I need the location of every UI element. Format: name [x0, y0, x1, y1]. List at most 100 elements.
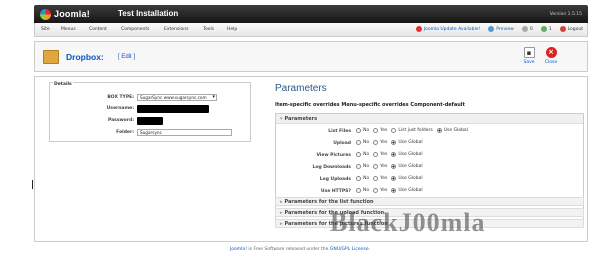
radio-option[interactable]: Use Global — [391, 140, 423, 145]
joomla-link[interactable]: Joomla! — [230, 247, 247, 252]
box-type-select[interactable]: SugarSync www.sugarsync.com — [137, 94, 217, 101]
radio-button[interactable] — [373, 164, 379, 169]
menu-menus[interactable]: Menus — [61, 27, 76, 32]
update-available-link[interactable]: Joomla Update Available! — [424, 27, 481, 32]
parameter-label: Log Uploads — [319, 177, 351, 182]
collapsed-arrow-icon: ▸ — [280, 199, 283, 205]
radio-label: Use Global — [398, 176, 423, 181]
menu-extensions[interactable]: Extensions — [164, 27, 188, 32]
radio-option[interactable]: No — [356, 176, 369, 181]
radio-option[interactable]: No — [356, 128, 369, 133]
parameter-label: View Pictures — [316, 153, 351, 158]
logout-link[interactable]: Logout — [568, 27, 583, 32]
save-button[interactable]: ▪ Save — [519, 47, 539, 69]
logout-icon — [559, 26, 566, 32]
radio-group: No Yes List just folders Use Global — [356, 128, 472, 133]
menu-tools[interactable]: Tools — [203, 27, 214, 32]
radio-button[interactable] — [373, 176, 379, 181]
radio-button[interactable] — [356, 164, 361, 169]
radio-label: No — [363, 152, 370, 157]
radio-option[interactable]: Use Global — [391, 164, 423, 169]
radio-button[interactable] — [356, 188, 361, 193]
menu-help[interactable]: Help — [227, 27, 237, 32]
radio-option[interactable]: Use Global — [391, 152, 423, 157]
radio-button[interactable] — [436, 128, 442, 133]
radio-button[interactable] — [356, 140, 361, 145]
parameter-row: Upload No Yes Use Global — [276, 139, 583, 148]
radio-option[interactable]: Use Global — [391, 188, 423, 193]
radio-option[interactable]: List just folders — [391, 128, 433, 133]
password-field-redacted[interactable] — [137, 117, 163, 125]
radio-button[interactable] — [391, 176, 397, 181]
parameter-label: Use HTTPS? — [320, 189, 351, 194]
preview-link[interactable]: Preview — [496, 27, 514, 32]
section-list-function[interactable]: ▸ Parameters for the list function — [275, 197, 584, 206]
radio-option[interactable]: Yes — [373, 140, 387, 145]
radio-button[interactable] — [391, 164, 397, 169]
radio-button[interactable] — [373, 128, 379, 133]
radio-option[interactable]: Yes — [373, 128, 387, 133]
radio-option[interactable]: Yes — [373, 164, 387, 169]
radio-option[interactable]: Yes — [373, 188, 387, 193]
save-icon: ▪ — [523, 47, 535, 58]
details-fieldset: Details BOX TYPE: SugarSync www.sugarsyn… — [49, 82, 251, 142]
license-link[interactable]: GNU/GPL License. — [330, 247, 370, 252]
box-type-label: BOX TYPE: — [107, 95, 134, 100]
radio-button[interactable] — [356, 128, 361, 133]
parameters-heading: Parameters — [275, 83, 327, 94]
folder-label: Folder: — [116, 130, 134, 135]
radio-group: No Yes Use Global — [356, 176, 427, 181]
folder-row: Folder: Sugarsync — [50, 129, 250, 137]
details-legend: Details — [53, 82, 73, 87]
radio-option[interactable]: Use Global — [436, 128, 468, 133]
folder-input[interactable]: Sugarsync — [137, 129, 232, 136]
menu-components[interactable]: Components — [121, 27, 149, 32]
admin-header: Joomla! Test Installation Version 1.5.15 — [34, 5, 588, 23]
radio-option[interactable]: No — [356, 140, 369, 145]
radio-label: No — [363, 188, 370, 193]
radio-group: No Yes Use Global — [356, 140, 427, 145]
radio-option[interactable]: No — [356, 188, 369, 193]
radio-button[interactable] — [391, 188, 397, 193]
joomla-logo[interactable]: Joomla! — [40, 7, 90, 21]
radio-button[interactable] — [373, 140, 379, 145]
close-button[interactable]: × Close — [541, 47, 561, 69]
radio-label: Yes — [380, 140, 388, 145]
close-icon: × — [545, 47, 557, 58]
radio-button[interactable] — [356, 152, 361, 157]
radio-button[interactable] — [373, 188, 379, 193]
box-type-row: BOX TYPE: SugarSync www.sugarsync.com — [50, 94, 250, 102]
joomla-logo-icon — [40, 8, 51, 20]
radio-option[interactable]: Use Global — [391, 176, 423, 181]
main-content: Details BOX TYPE: SugarSync www.sugarsyn… — [34, 76, 588, 242]
radio-option[interactable]: Yes — [373, 176, 387, 181]
radio-button[interactable] — [391, 152, 397, 157]
radio-label: Yes — [380, 152, 388, 157]
radio-button[interactable] — [373, 152, 379, 157]
users-count[interactable]: 1 — [549, 27, 552, 32]
parameters-panel-header[interactable]: ▾ Parameters — [276, 114, 583, 124]
parameter-row: Use HTTPS? No Yes Use Global — [276, 187, 583, 196]
username-field-redacted[interactable] — [137, 105, 209, 113]
parameters-panel-title: Parameters — [284, 116, 318, 122]
radio-option[interactable]: No — [356, 164, 369, 169]
radio-button[interactable] — [391, 128, 397, 133]
menu-bar: Site Menus Content Components Extensions… — [34, 23, 588, 37]
toolbar: Dropbox: [ Edit ] ▪ Save × Close — [34, 41, 588, 72]
menu-content[interactable]: Content — [89, 27, 107, 32]
radio-label: Yes — [380, 176, 388, 181]
site-title: Test Installation — [118, 9, 179, 18]
messages-count[interactable]: 0 — [530, 27, 533, 32]
radio-option[interactable]: No — [356, 152, 369, 157]
radio-label: Yes — [380, 188, 388, 193]
radio-option[interactable]: Yes — [373, 152, 387, 157]
radio-button[interactable] — [391, 140, 397, 145]
parameter-row: View Pictures No Yes Use Global — [276, 151, 583, 160]
radio-label: Use Global — [398, 188, 423, 193]
radio-group: No Yes Use Global — [356, 164, 427, 169]
users-icon — [540, 26, 547, 32]
radio-label: Use Global — [398, 152, 423, 157]
menu-site[interactable]: Site — [41, 27, 50, 32]
collapsed-arrow-icon: ▸ — [280, 221, 283, 227]
radio-button[interactable] — [356, 176, 361, 181]
